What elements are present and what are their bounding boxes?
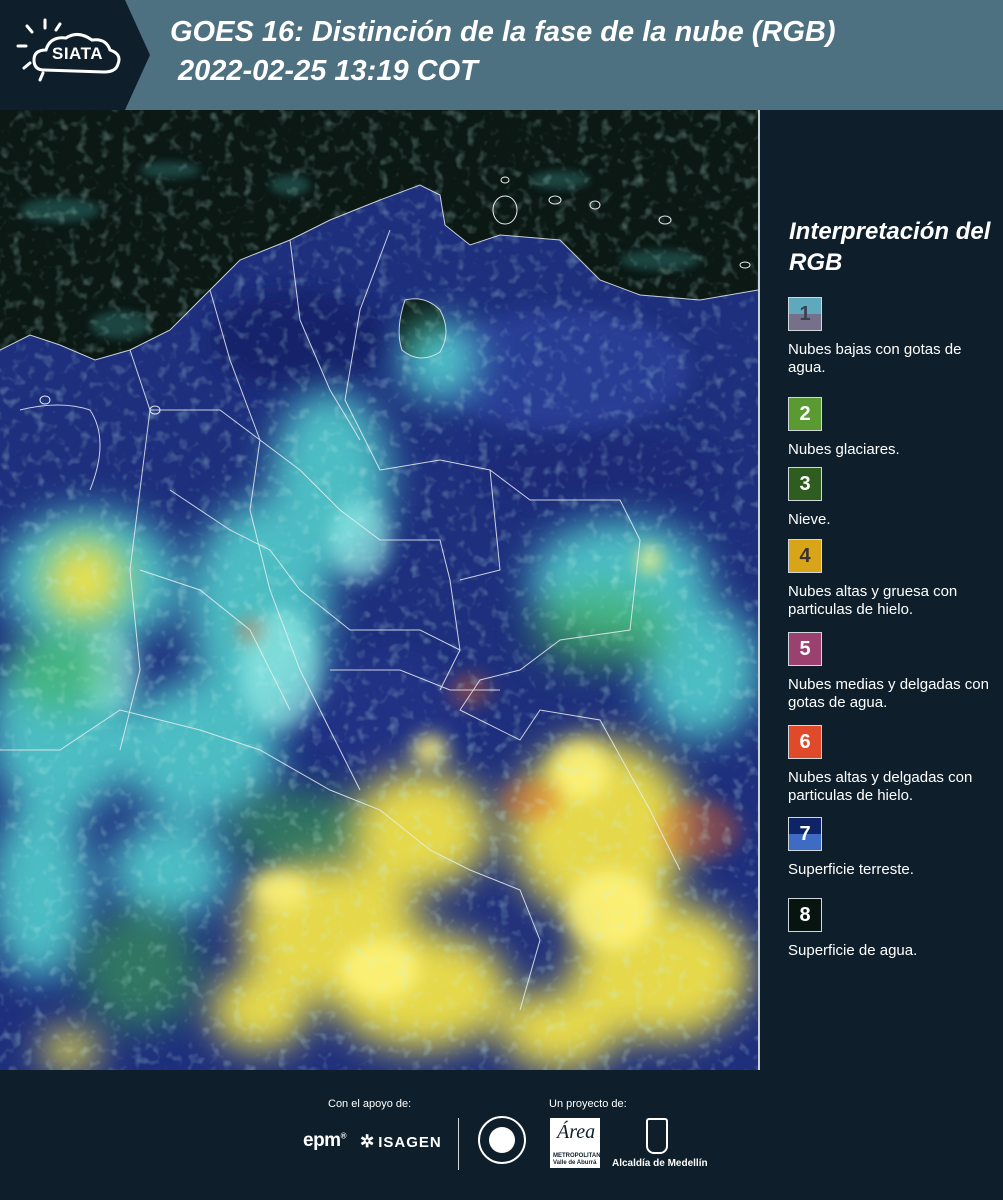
epm-logo: epm® [303,1130,347,1151]
siata-logo: SIATA [0,0,150,110]
legend-swatch: 6 [788,725,822,759]
legend-item: 1 Nubes bajas con gotas de agua. [788,297,998,377]
area-logo-title: Área [557,1121,596,1143]
legend-item: 3 Nieve. [788,467,998,529]
medellin-shield-icon [646,1118,668,1154]
medellin-logo-text: Alcaldía de Medellín [612,1158,708,1169]
legend-swatch: 5 [788,632,822,666]
legend-swatch: 4 [788,539,822,573]
legend-number: 7 [799,823,811,845]
legend-swatch: 2 [788,397,822,431]
legend-number: 5 [799,638,811,660]
legend-swatch: 7 [788,817,822,851]
rgb-legend: Interpretación del RGB 1 Nubes bajas con … [770,110,1003,1070]
support-label: Con el apoyo de: [328,1098,412,1110]
legend-label: Nubes medias y delgadas con gotas de agu… [788,676,989,711]
legend-number: 1 [799,303,811,325]
legend-title: Interpretación del RGB [789,218,991,276]
legend-label: Nubes altas y delgadas con particulas de… [788,769,973,804]
project-label: Un proyecto de: [549,1098,627,1110]
legend-item: 5 Nubes medias y delgadas con gotas de ag… [788,632,998,712]
header-bar: SIATA GOES 16: Distinción de la fase de … [0,0,1003,110]
isagen-logo: ✲ ISAGEN [360,1132,442,1152]
legend-label: Nubes glaciares. [788,441,900,458]
legend-swatch: 3 [788,467,822,501]
legend-swatch: 1 [788,297,822,331]
area-logo-subtitle: METROPOLITANA Valle de Aburrá [553,1153,605,1166]
epm-logo-text: epm [303,1130,341,1151]
legend-label: Nieve. [788,511,831,528]
legend-number: 8 [799,904,811,926]
legend-item: 8 Superficie de agua. [788,898,998,960]
legend-label: Superficie terreste. [788,861,914,878]
footer-divider [458,1118,459,1170]
legend-item: 4 Nubes altas y gruesa con particulas de … [788,539,998,619]
legend-label: Superficie de agua. [788,942,918,959]
legend-label: Nubes bajas con gotas de agua. [788,341,962,376]
satellite-map[interactable] [0,110,760,1070]
legend-number: 4 [799,545,811,567]
siata-logo-text: SIATA [52,44,103,63]
page-title: GOES 16: Distinción de la fase de la nub… [170,16,836,48]
legend-label: Nubes altas y gruesa con particulas de h… [788,583,958,618]
legend-swatch: 8 [788,898,822,932]
page-timestamp: 2022-02-25 13:19 COT [178,55,478,87]
legend-item: 7 Superficie terreste. [788,817,998,879]
area-metropolitana-logo: Área METROPOLITANA Valle de Aburrá [550,1118,605,1168]
legend-item: 2 Nubes glaciares. [788,397,998,459]
isagen-mark-icon: ✲ [360,1132,376,1151]
university-seal-icon [478,1116,526,1164]
legend-number: 2 [799,403,811,425]
legend-number: 3 [799,473,811,495]
legend-item: 6 Nubes altas y delgadas con particulas d… [788,725,998,805]
footer: Con el apoyo de: Un proyecto de: epm® ✲ I… [0,1070,1003,1200]
legend-number: 6 [799,731,811,753]
isagen-logo-text: ISAGEN [378,1134,442,1151]
